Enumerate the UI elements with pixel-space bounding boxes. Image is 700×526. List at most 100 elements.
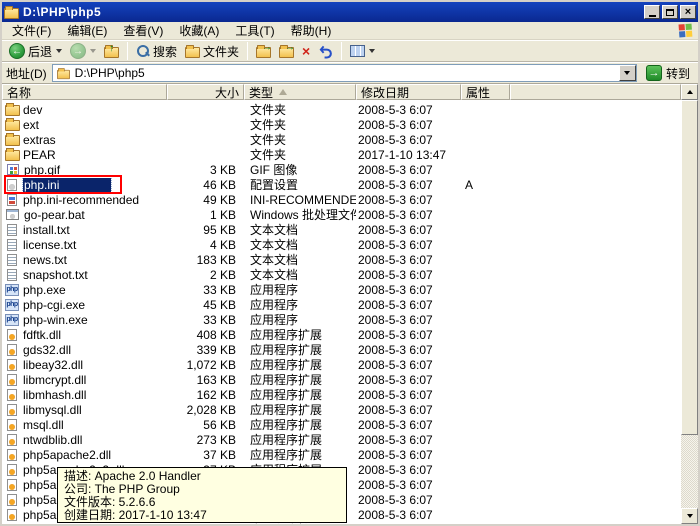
txt-icon [7, 268, 17, 281]
dll-icon [7, 388, 17, 401]
scrollbar-thumb[interactable] [681, 100, 698, 435]
menu-favorites[interactable]: 收藏(A) [171, 21, 227, 40]
file-name: PEAR [23, 147, 56, 162]
menu-bar: 文件(F) 编辑(E) 查看(V) 收藏(A) 工具(T) 帮助(H) [2, 22, 698, 40]
column-header-name[interactable]: 名称 [2, 84, 167, 100]
file-row[interactable]: license.txt 4 KB 文本文档 2008-5-3 6:07 [2, 237, 698, 252]
file-name: libmhash.dll [23, 387, 87, 402]
file-row[interactable]: PEAR 文件夹 2017-1-10 13:47 [2, 147, 698, 162]
up-button[interactable] [101, 43, 122, 59]
toolbar-separator [247, 42, 249, 60]
exe-icon: php [5, 313, 19, 326]
maximize-button[interactable] [662, 5, 678, 19]
file-size: 1 KB [209, 207, 236, 222]
file-date: 2008-5-3 6:07 [358, 372, 433, 387]
file-name: gds32.dll [23, 342, 72, 357]
address-dropdown-button[interactable] [618, 65, 636, 81]
column-header-type-label: 类型 [249, 85, 274, 100]
undo-icon [319, 45, 333, 59]
txt-icon [7, 238, 17, 251]
move-to-button[interactable] [253, 42, 274, 59]
scroll-up-button[interactable] [681, 84, 698, 100]
file-row[interactable]: php.ini-recommended 49 KB INI-RECOMMENDED.… [2, 192, 698, 207]
file-name-cell: go-pear.bat [2, 208, 167, 222]
file-date: 2008-5-3 6:07 [358, 327, 433, 342]
file-date: 2008-5-3 6:07 [358, 297, 433, 312]
file-row[interactable]: install.txt 95 KB 文本文档 2008-5-3 6:07 [2, 222, 698, 237]
address-bar: 地址(D) D:\PHP\php5 → 转到 [2, 62, 698, 84]
toolbar-separator [341, 42, 343, 60]
minimize-button[interactable] [644, 5, 660, 19]
folders-button[interactable]: 文件夹 [182, 42, 242, 61]
file-row[interactable]: libmhash.dll 162 KB 应用程序扩展 2008-5-3 6:07 [2, 387, 698, 402]
menu-tools[interactable]: 工具(T) [227, 21, 282, 40]
dll-icon [7, 478, 17, 491]
file-size: 49 KB [203, 192, 236, 207]
file-row[interactable]: dev 文件夹 2008-5-3 6:07 [2, 102, 698, 117]
txt-icon [7, 253, 17, 266]
file-row[interactable]: ntwdblib.dll 273 KB 应用程序扩展 2008-5-3 6:07 [2, 432, 698, 447]
column-header-type[interactable]: 类型 [244, 84, 356, 100]
file-row[interactable]: news.txt 183 KB 文本文档 2008-5-3 6:07 [2, 252, 698, 267]
file-name-cell: fdftk.dll [2, 328, 167, 342]
copy-to-button[interactable] [276, 42, 297, 59]
file-size: 4 KB [209, 237, 236, 252]
file-size: 3 KB [209, 162, 236, 177]
tooltip-created-date: 创建日期: 2017-1-10 13:47 [64, 508, 207, 522]
address-combo[interactable]: D:\PHP\php5 [51, 64, 637, 82]
file-row[interactable]: libmysql.dll 2,028 KB 应用程序扩展 2008-5-3 6:07 [2, 402, 698, 417]
file-row[interactable]: php php-win.exe 33 KB 应用程序 2008-5-3 6:07 [2, 312, 698, 327]
file-row[interactable]: msql.dll 56 KB 应用程序扩展 2008-5-3 6:07 [2, 417, 698, 432]
menu-file[interactable]: 文件(F) [4, 21, 59, 40]
file-name: news.txt [23, 252, 68, 267]
go-button[interactable]: → 转到 [642, 65, 694, 82]
file-row[interactable]: libmcrypt.dll 163 KB 应用程序扩展 2008-5-3 6:07 [2, 372, 698, 387]
toolbar-separator [127, 42, 129, 60]
file-name: ntwdblib.dll [23, 432, 83, 447]
file-name: php.ini-recommended [23, 192, 140, 207]
menu-help[interactable]: 帮助(H) [283, 21, 340, 40]
file-name: php.exe [23, 282, 66, 297]
move-to-icon [256, 42, 272, 58]
file-row[interactable]: go-pear.bat 1 KB Windows 批处理文件 2008-5-3 6:0… [2, 207, 698, 222]
delete-button[interactable]: × [299, 43, 313, 59]
file-row[interactable]: php php-cgi.exe 45 KB 应用程序 2008-5-3 6:07 [2, 297, 698, 312]
undo-button[interactable] [315, 43, 336, 60]
views-dropdown-icon [369, 49, 376, 53]
scroll-down-button[interactable] [681, 508, 698, 524]
vertical-scrollbar[interactable] [681, 100, 698, 524]
file-row[interactable]: ext 文件夹 2008-5-3 6:07 [2, 117, 698, 132]
file-name-cell: snapshot.txt [2, 268, 167, 282]
back-button[interactable]: ← 后退 [6, 42, 65, 61]
sort-ascending-icon [279, 89, 288, 95]
address-folder-icon [56, 67, 70, 79]
file-date: 2017-1-10 13:47 [358, 147, 447, 162]
column-header-attr[interactable]: 属性 [461, 84, 510, 100]
file-row[interactable]: libeay32.dll 1,072 KB 应用程序扩展 2008-5-3 6:07 [2, 357, 698, 372]
file-name: php-cgi.exe [23, 297, 86, 312]
file-row[interactable]: gds32.dll 339 KB 应用程序扩展 2008-5-3 6:07 [2, 342, 698, 357]
views-button[interactable] [347, 44, 378, 58]
file-row[interactable]: fdftk.dll 408 KB 应用程序扩展 2008-5-3 6:07 [2, 327, 698, 342]
menu-edit[interactable]: 编辑(E) [59, 21, 115, 40]
forward-button[interactable]: → [67, 42, 99, 60]
file-name-cell: ext [2, 117, 167, 132]
menu-view[interactable]: 查看(V) [115, 21, 171, 40]
file-date: 2008-5-3 6:07 [358, 402, 433, 417]
file-row[interactable]: php php.exe 33 KB 应用程序 2008-5-3 6:07 [2, 282, 698, 297]
file-row[interactable]: php5apache2.dll 37 KB 应用程序扩展 2008-5-3 6:07 [2, 447, 698, 462]
file-date: 2008-5-3 6:07 [358, 132, 433, 147]
file-row[interactable]: snapshot.txt 2 KB 文本文档 2008-5-3 6:07 [2, 267, 698, 282]
exe-icon: php [5, 298, 19, 311]
column-header-size[interactable]: 大小 [167, 84, 244, 100]
dll-icon [7, 523, 17, 524]
column-header-date[interactable]: 修改日期 [356, 84, 461, 100]
file-name-cell: msql.dll [2, 418, 167, 432]
file-name: php5apache2.dll [23, 447, 112, 462]
file-date: 2008-5-3 6:07 [358, 357, 433, 372]
address-input[interactable]: D:\PHP\php5 [75, 66, 615, 80]
file-date: 2008-5-3 6:07 [358, 507, 433, 522]
search-button[interactable]: 搜索 [133, 42, 180, 61]
file-row[interactable]: extras 文件夹 2008-5-3 6:07 [2, 132, 698, 147]
close-button[interactable]: × [680, 5, 696, 19]
